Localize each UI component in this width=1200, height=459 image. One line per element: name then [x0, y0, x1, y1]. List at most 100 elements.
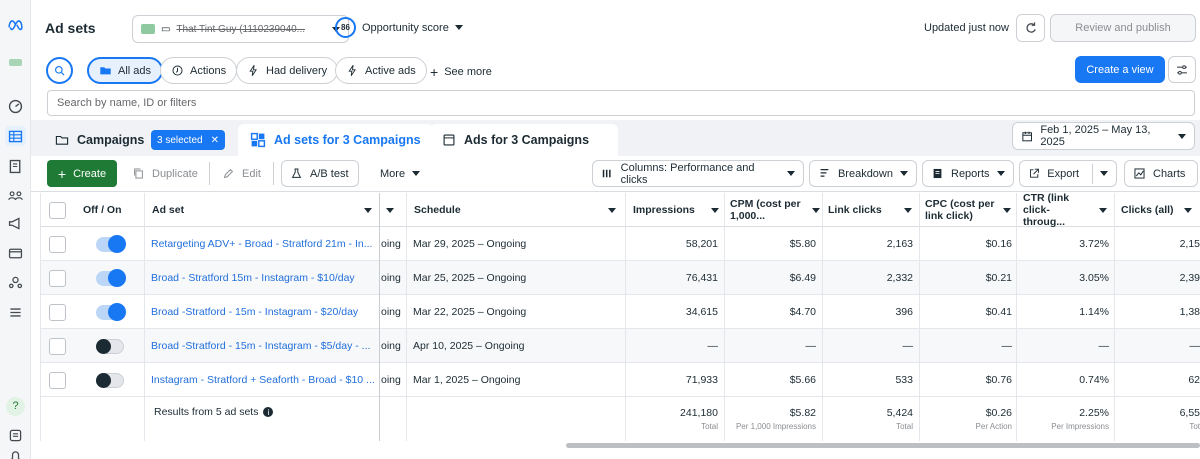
edit-button[interactable]: Edit — [214, 160, 269, 187]
filter-had-delivery[interactable]: Had delivery — [236, 57, 339, 84]
delivery-toggle[interactable] — [96, 302, 126, 321]
filter-actions[interactable]: Actions — [160, 57, 238, 84]
ad-set-name-link[interactable]: Broad -Stratford - 15m - Instagram - $5/… — [151, 329, 377, 363]
info-icon[interactable]: i — [263, 407, 274, 417]
table-row[interactable]: Broad -Stratford - 15m - Instagram - $5/… — [40, 329, 1200, 363]
tab-campaigns[interactable]: Campaigns — [55, 124, 144, 156]
columns-button[interactable]: Columns: Performance and clicks — [592, 160, 804, 187]
search-toggle-button[interactable] — [46, 57, 73, 84]
account-logo-icon[interactable] — [5, 52, 26, 72]
refresh-button[interactable] — [1016, 14, 1045, 42]
dashboard-icon[interactable] — [5, 96, 26, 116]
ad-set-name-link[interactable]: Retargeting ADV+ - Broad - Stratford 21m… — [151, 227, 377, 261]
ad-set-name-link[interactable]: Broad -Stratford - 15m - Instagram - $20… — [151, 295, 377, 329]
megaphone-icon[interactable] — [5, 213, 26, 233]
notifications-icon[interactable] — [5, 446, 26, 459]
search-input[interactable] — [57, 97, 1185, 109]
breakdown-button[interactable]: Breakdown — [809, 160, 917, 187]
ab-test-button[interactable]: A/B test — [281, 160, 359, 187]
header-off-on[interactable]: Off / On — [83, 193, 143, 227]
charts-button[interactable]: Charts — [1124, 160, 1198, 187]
chevron-down-icon — [386, 207, 394, 213]
opportunity-score[interactable]: 86 Opportunity score — [335, 17, 463, 38]
breakdown-label: Breakdown — [837, 167, 893, 180]
account-selector[interactable]: ▭ That Tint Guy (1110239040... — [132, 15, 349, 43]
export-button[interactable]: Export — [1019, 160, 1117, 187]
search-bar[interactable] — [47, 90, 1195, 116]
see-more-button[interactable]: + See more — [430, 64, 492, 80]
selected-chip[interactable]: 3 selected ✕ — [151, 130, 225, 150]
header-link-clicks[interactable]: Link clicks — [828, 193, 918, 227]
meta-logo-icon[interactable] — [5, 14, 26, 34]
header-cpc-label: CPC (cost per link click) — [925, 198, 995, 222]
delivery-toggle[interactable] — [96, 338, 124, 354]
business-settings-icon[interactable] — [5, 272, 26, 292]
help-icon[interactable]: ? — [5, 396, 26, 416]
toggle-knob — [108, 302, 126, 321]
reports-button[interactable]: Reports — [922, 160, 1014, 187]
create-view-button[interactable]: Create a view — [1075, 56, 1165, 83]
date-range-picker[interactable]: Feb 1, 2025 – May 13, 2025 — [1012, 122, 1195, 150]
more-button[interactable]: More — [372, 160, 428, 187]
header-delivery[interactable] — [386, 193, 406, 227]
ads-manager-table-icon[interactable] — [5, 126, 26, 146]
cpm-cell: $5.80 — [789, 238, 816, 250]
create-button[interactable]: + Create — [47, 160, 117, 187]
see-more-label: See more — [444, 66, 492, 78]
ctr-cell: 3.05% — [1079, 272, 1109, 284]
menu-icon[interactable] — [5, 302, 26, 322]
header-ad-set[interactable]: Ad set — [152, 193, 378, 227]
column-divider — [379, 193, 380, 441]
refresh-icon — [1025, 22, 1036, 33]
toggle-knob — [96, 372, 111, 388]
row-checkbox[interactable] — [49, 371, 66, 389]
chevron-down-icon — [904, 207, 912, 213]
row-checkbox[interactable] — [49, 303, 66, 321]
charts-label: Charts — [1153, 167, 1186, 180]
select-all-checkbox[interactable] — [49, 201, 66, 219]
table-row[interactable]: Broad - Stratford 15m - Instagram - $10/… — [40, 261, 1200, 295]
summary-clicks-all-value: 6,55 — [1179, 407, 1200, 419]
billing-card-icon[interactable] — [5, 243, 26, 263]
header-cpc[interactable]: CPC (cost per link click) — [925, 193, 1017, 227]
table-row[interactable]: Instagram - Stratford + Seaforth - Broad… — [40, 363, 1200, 397]
row-checkbox[interactable] — [49, 269, 66, 287]
header-cpm[interactable]: CPM (cost per 1,000... — [730, 193, 826, 227]
header-clicks-all[interactable]: Clicks (all) — [1121, 193, 1200, 227]
header-impressions[interactable]: Impressions — [633, 193, 725, 227]
chevron-down-icon — [1099, 207, 1107, 213]
close-icon[interactable]: ✕ — [211, 135, 219, 146]
tab-ads[interactable]: Ads for 3 Campaigns — [430, 124, 618, 156]
header-schedule[interactable]: Schedule — [414, 193, 622, 227]
summary-cpm: $5.82 Per 1,000 Impressions — [730, 397, 816, 441]
filter-actions-label: Actions — [190, 64, 227, 77]
filter-active-ads[interactable]: Active ads — [335, 57, 427, 84]
table-row[interactable]: Retargeting ADV+ - Broad - Stratford 21m… — [40, 227, 1200, 261]
feedback-icon[interactable] — [5, 425, 26, 445]
duplicate-button[interactable]: Duplicate — [124, 160, 206, 187]
view-settings-button[interactable] — [1168, 56, 1196, 83]
horizontal-scrollbar[interactable] — [566, 443, 1200, 448]
header-ctr[interactable]: CTR (link click-throug... — [1023, 193, 1113, 227]
summary-impressions-sub: Total — [701, 422, 718, 431]
row-checkbox[interactable] — [49, 337, 66, 355]
impressions-cell: 58,201 — [685, 238, 718, 250]
ad-sets-table: Off / On Ad set Schedule Impressions CPM… — [40, 193, 1200, 441]
audiences-icon[interactable] — [5, 185, 26, 205]
table-row[interactable]: Broad -Stratford - 15m - Instagram - $20… — [40, 295, 1200, 329]
chevron-down-icon — [1183, 207, 1192, 213]
review-and-publish-button[interactable]: Review and publish — [1050, 14, 1196, 42]
delivery-toggle[interactable] — [96, 234, 126, 253]
ad-set-name-link[interactable]: Instagram - Stratford + Seaforth - Broad… — [151, 363, 377, 397]
summary-clicks-all: 6,55 Tot — [1121, 397, 1200, 441]
delivery-toggle[interactable] — [96, 268, 126, 287]
filter-all-ads[interactable]: All ads — [87, 57, 164, 84]
pages-icon[interactable] — [5, 156, 26, 176]
opportunity-score-value: 86 — [335, 17, 356, 38]
tab-ad-sets[interactable]: Ad sets for 3 Campaigns — [238, 124, 433, 156]
delivery-toggle[interactable] — [96, 372, 124, 388]
row-checkbox[interactable] — [49, 235, 66, 253]
chevron-down-icon — [364, 207, 372, 213]
ad-set-name-link[interactable]: Broad - Stratford 15m - Instagram - $10/… — [151, 261, 377, 295]
pencil-icon — [223, 168, 234, 179]
